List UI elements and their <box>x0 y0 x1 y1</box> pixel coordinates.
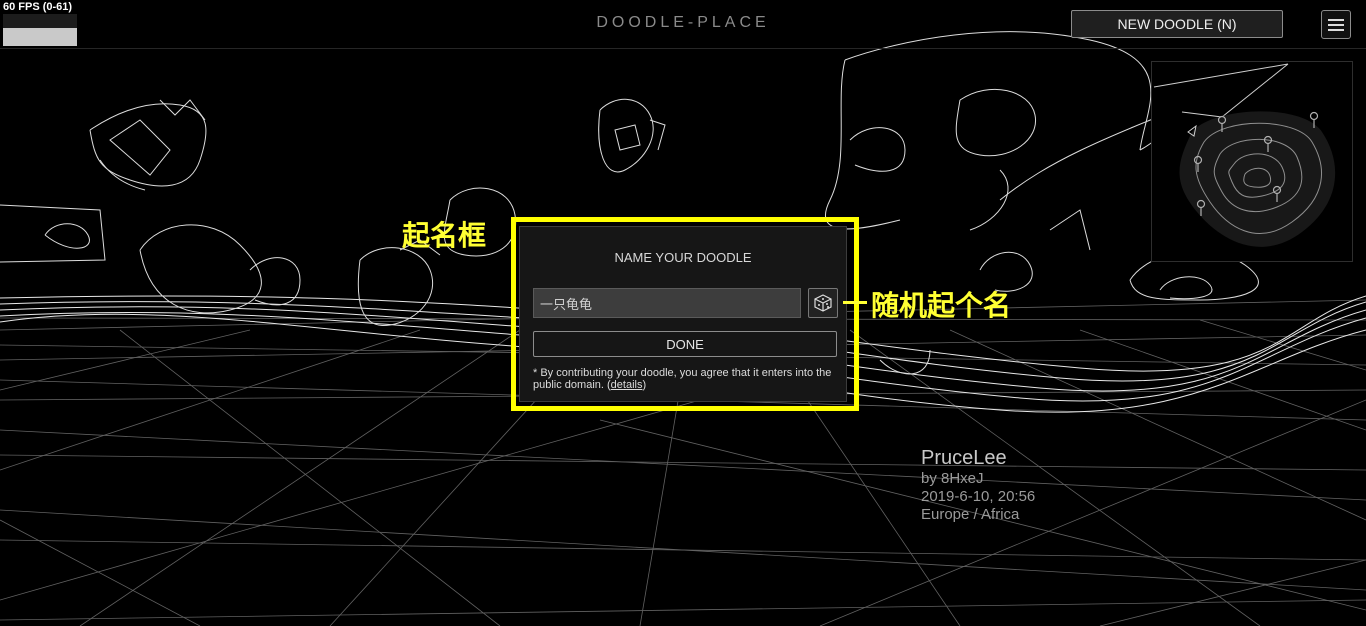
new-doodle-button[interactable]: NEW DOODLE (N) <box>1071 10 1283 38</box>
legal-end: ) <box>642 379 647 391</box>
hamburger-icon <box>1328 24 1344 26</box>
minimap[interactable] <box>1151 61 1353 262</box>
doodle-info: PruceLee by 8HxeJ 2019-6-10, 20:56 Europ… <box>921 446 1035 524</box>
hamburger-icon <box>1328 19 1344 21</box>
annotation-random-name-label: 随机起个名 <box>843 284 1011 324</box>
legal-notice: * By contributing your doodle, you agree… <box>533 367 833 391</box>
top-bar: DOODLE-PLACE NEW DOODLE (N) <box>0 0 1366 49</box>
doodle-timestamp: 2019-6-10, 20:56 <box>921 488 1036 505</box>
doodle-region: Europe / Africa <box>921 506 1020 523</box>
doodle-name-input[interactable] <box>533 288 801 318</box>
dice-icon <box>814 294 832 312</box>
done-button[interactable]: DONE <box>533 331 837 357</box>
doodle-author: by 8HxeJ <box>921 470 984 487</box>
details-link[interactable]: details <box>611 379 643 391</box>
annotation-random-name-text: 随机起个名 <box>871 289 1012 322</box>
annotation-name-box-label: 起名框 <box>402 219 487 252</box>
minimap-map <box>1153 63 1336 247</box>
dialog-title: NAME YOUR DOODLE <box>614 250 752 265</box>
doodle-name: PruceLee <box>921 447 1007 469</box>
random-name-button[interactable] <box>808 288 838 318</box>
hamburger-icon <box>1328 29 1344 31</box>
doodle-place-app: 60 FPS (0-61) DOODLE-PLACE NEW DOODLE (N… <box>0 0 1366 626</box>
name-doodle-dialog: NAME YOUR DOODLE DONE * By contributing … <box>519 226 847 402</box>
legal-text: * By contributing your doodle, you agree… <box>533 367 832 391</box>
menu-button[interactable] <box>1321 10 1351 39</box>
